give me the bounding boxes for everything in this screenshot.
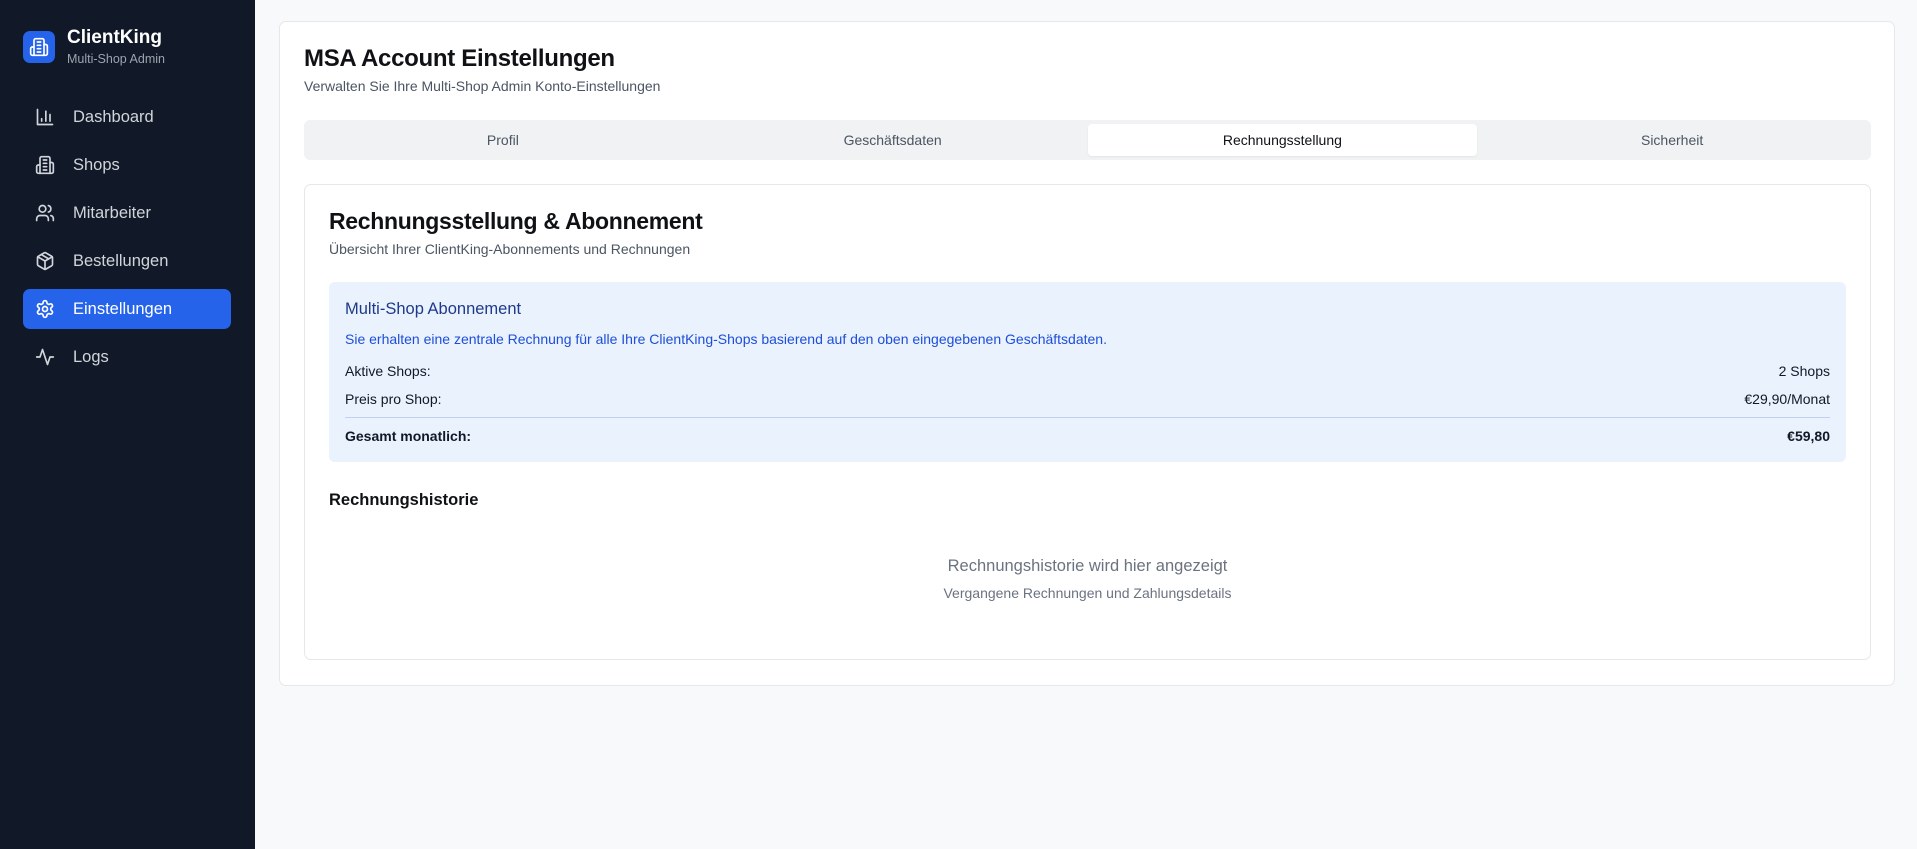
sidebar-item-label: Einstellungen <box>73 299 173 318</box>
users-icon <box>35 203 55 223</box>
billing-card: Rechnungsstellung & Abonnement Übersicht… <box>304 184 1871 660</box>
brand-subtitle: Multi-Shop Admin <box>67 52 165 66</box>
tab-sicherheit[interactable]: Sicherheit <box>1477 124 1867 156</box>
billing-subtitle: Übersicht Ihrer ClientKing-Abonnements u… <box>329 241 691 257</box>
active-shops-value: 2 Shops <box>1778 363 1830 379</box>
sidebar-item-dashboard[interactable]: Dashboard <box>23 97 231 137</box>
bar-chart-icon <box>35 107 55 127</box>
tab-profil[interactable]: Profil <box>308 124 698 156</box>
price-per-shop-label: Preis pro Shop: <box>345 391 442 407</box>
sidebar-item-bestellungen[interactable]: Bestellungen <box>23 241 231 281</box>
package-icon <box>35 251 55 271</box>
page-title: MSA Account Einstellungen <box>304 45 615 72</box>
monthly-total-label: Gesamt monatlich: <box>345 428 472 444</box>
sidebar-item-mitarbeiter[interactable]: Mitarbeiter <box>23 193 231 233</box>
invoice-history-empty-title: Rechnungshistorie wird hier angezeigt <box>947 557 1228 575</box>
price-per-shop-row: Preis pro Shop: €29,90/Monat <box>345 391 1830 407</box>
brand[interactable]: ClientKing Multi-Shop Admin <box>23 27 165 67</box>
price-per-shop-value: €29,90/Monat <box>1744 391 1830 407</box>
sidebar-item-label: Logs <box>73 347 109 366</box>
sidebar-item-logs[interactable]: Logs <box>23 337 231 377</box>
settings-card: MSA Account Einstellungen Verwalten Sie … <box>279 21 1895 686</box>
sidebar-item-label: Dashboard <box>73 107 154 126</box>
subscription-title: Multi-Shop Abonnement <box>345 300 522 318</box>
sidebar-item-einstellungen[interactable]: Einstellungen <box>23 289 231 329</box>
invoice-history-empty-subtitle: Vergangene Rechnungen und Zahlungsdetail… <box>943 585 1232 601</box>
invoice-history-title: Rechnungshistorie <box>329 491 479 509</box>
building-icon <box>35 155 55 175</box>
activity-icon <box>35 347 55 367</box>
active-shops-label: Aktive Shops: <box>345 363 431 379</box>
subscription-summary: Multi-Shop Abonnement Sie erhalten eine … <box>329 282 1846 462</box>
sidebar: ClientKing Multi-Shop Admin Dashboard Sh… <box>0 0 255 849</box>
page-subtitle: Verwalten Sie Ihre Multi-Shop Admin Kont… <box>304 78 661 94</box>
sidebar-item-label: Bestellungen <box>73 251 169 270</box>
tab-rechnungsstellung[interactable]: Rechnungsstellung <box>1087 124 1478 156</box>
monthly-total-row: Gesamt monatlich: €59,80 <box>345 428 1830 444</box>
billing-title: Rechnungsstellung & Abonnement <box>329 208 703 234</box>
building-logo-icon <box>23 31 55 63</box>
settings-tabs: Profil Geschäftsdaten Rechnungsstellung … <box>304 120 1871 160</box>
sidebar-item-label: Mitarbeiter <box>73 203 151 222</box>
monthly-total-value: €59,80 <box>1787 428 1830 444</box>
summary-divider <box>345 417 1830 418</box>
gear-icon <box>35 299 55 319</box>
tab-geschaeftsdaten[interactable]: Geschäftsdaten <box>698 124 1088 156</box>
brand-name: ClientKing <box>67 27 162 48</box>
sidebar-item-label: Shops <box>73 155 120 174</box>
sidebar-item-shops[interactable]: Shops <box>23 145 231 185</box>
subscription-description: Sie erhalten eine zentrale Rechnung für … <box>345 331 1107 347</box>
active-shops-row: Aktive Shops: 2 Shops <box>345 363 1830 379</box>
sidebar-nav: Dashboard Shops Mitarbeiter Bestellungen… <box>23 97 231 385</box>
